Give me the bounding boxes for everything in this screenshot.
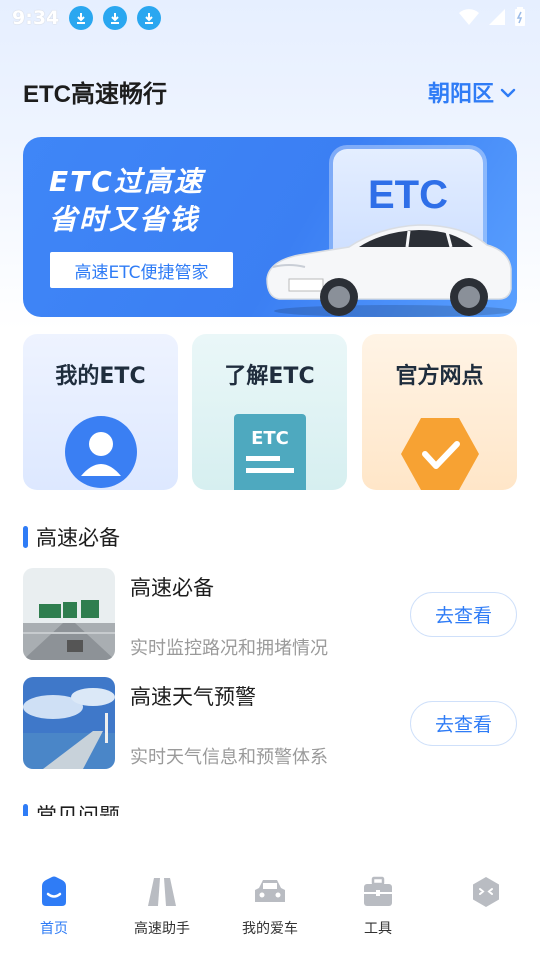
user-icon [64, 416, 137, 488]
district-label: 朝阳区 [427, 82, 494, 107]
app-title: ETC高速畅行 [23, 81, 167, 108]
home-icon [42, 876, 66, 906]
tab-more[interactable] [432, 876, 540, 918]
list-item: 高速必备 实时监控路况和拥堵情况 去查看 [23, 568, 517, 660]
item-title: 高速必备 [130, 576, 214, 600]
status-time: 9:34 [12, 7, 60, 29]
section-faq-clip: 常见问题 [0, 796, 540, 816]
banner-line2: 省时又省钱 [49, 203, 200, 236]
road-icon [148, 878, 176, 906]
battery-icon [514, 7, 526, 31]
list-item: 高速天气预警 实时天气信息和预警体系 去查看 [23, 677, 517, 769]
feature-label: 我的ETC [55, 364, 146, 389]
banner-line1: ETC过高速 [49, 165, 204, 198]
download-icon [103, 6, 128, 30]
item-desc: 实时监控路况和拥堵情况 [130, 638, 328, 659]
feature-label: 了解ETC [224, 364, 315, 389]
view-button[interactable]: 去查看 [410, 592, 517, 637]
svg-text:ETC: ETC [251, 428, 289, 449]
section-bar [23, 526, 28, 548]
tab-highway-assistant[interactable]: 高速助手 [108, 876, 216, 938]
section-faq: 常见问题 [23, 800, 120, 816]
item-desc: 实时天气信息和预警体系 [130, 747, 328, 768]
district-selector[interactable]: 朝阳区 [428, 76, 516, 108]
status-bar: 9:34 [0, 0, 540, 36]
highway-photo-thumbnail [23, 568, 115, 660]
promo-banner[interactable]: ETC过高速 省时又省钱 高速ETC便捷管家 ETC [23, 137, 517, 317]
car-icon [255, 880, 285, 902]
feature-learn-etc[interactable]: 了解ETC ETC [192, 334, 347, 490]
section-title: 常见问题 [36, 804, 120, 816]
tab-label: 高速助手 [134, 921, 190, 937]
feature-official-outlets[interactable]: 官方网点 [362, 334, 517, 490]
hexagon-face-icon [473, 877, 499, 907]
bottom-nav: 首页 高速助手 我的爱车 工具 [0, 860, 540, 960]
tab-tools[interactable]: 工具 [324, 876, 432, 938]
tab-label: 首页 [40, 921, 68, 937]
section-bar [23, 804, 28, 816]
chevron-down-icon [500, 80, 516, 105]
weather-photo-thumbnail [23, 677, 115, 769]
tab-home[interactable]: 首页 [0, 876, 108, 938]
feature-my-etc[interactable]: 我的ETC [23, 334, 178, 490]
item-title: 高速天气预警 [130, 685, 256, 709]
banner-card-text: ETC [368, 173, 448, 217]
view-button[interactable]: 去查看 [410, 701, 517, 746]
section-highway-essentials: 高速必备 [23, 522, 120, 552]
feature-label: 官方网点 [395, 364, 484, 389]
wifi-icon [458, 8, 480, 30]
tab-my-car[interactable]: 我的爱车 [216, 876, 324, 938]
signal-icon [488, 8, 506, 30]
download-icon [69, 6, 94, 30]
section-title: 高速必备 [36, 526, 120, 550]
banner-headline: ETC过高速 省时又省钱 [49, 163, 204, 239]
car-illustration [266, 224, 514, 317]
etc-card-icon: ETC [233, 414, 306, 490]
tab-label: 工具 [364, 921, 392, 937]
download-icon [137, 6, 162, 30]
toolbox-icon [364, 876, 392, 906]
tab-label: 我的爱车 [242, 921, 298, 937]
check-badge-icon [400, 418, 479, 490]
banner-tag: 高速ETC便捷管家 [50, 252, 233, 288]
